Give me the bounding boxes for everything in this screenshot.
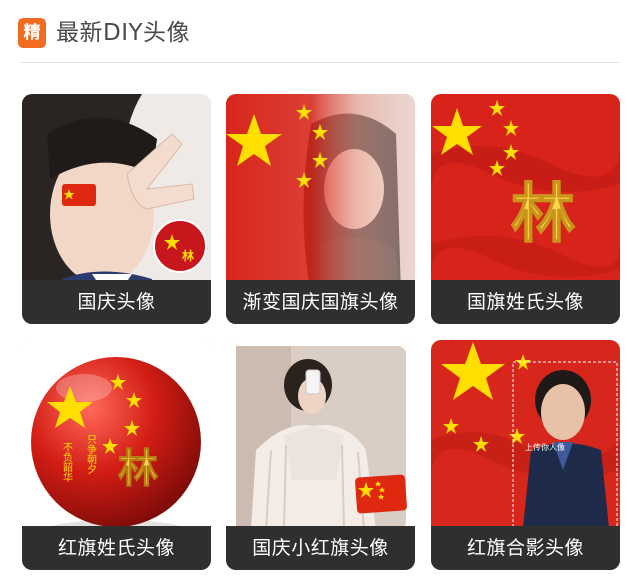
- avatar-card-flag-surname[interactable]: 林 国旗姓氏头像: [431, 94, 620, 324]
- avatar-card-small-red-flag[interactable]: 国庆小红旗头像: [226, 340, 415, 570]
- featured-badge: 精: [18, 18, 46, 48]
- card-label: 渐变国庆国旗头像: [226, 280, 415, 324]
- card-label: 红旗姓氏头像: [22, 526, 211, 570]
- card-label: 国庆头像: [22, 280, 211, 324]
- card-label: 国庆小红旗头像: [226, 526, 415, 570]
- badge-surname-text: 林: [182, 248, 194, 263]
- avatar-card-flag-group-photo[interactable]: 上传你人像 红旗合影头像: [431, 340, 620, 570]
- card-label: 国旗姓氏头像: [431, 280, 620, 324]
- upload-caption-text: 上传你人像: [525, 442, 565, 452]
- ball-left-slogan: 不负韶华: [61, 442, 73, 483]
- section-title: 最新DIY头像: [56, 20, 191, 46]
- flag-surname-text: 林: [511, 177, 575, 252]
- avatar-card-national-day[interactable]: 林 国庆头像: [22, 94, 211, 324]
- section-header: 精 最新DIY头像: [0, 0, 640, 62]
- avatar-card-gradient-flag[interactable]: 渐变国庆国旗头像: [226, 94, 415, 324]
- ball-surname-text: 林: [118, 445, 158, 492]
- card-label: 红旗合影头像: [431, 526, 620, 570]
- ball-right-slogan: 只争朝夕: [85, 434, 97, 475]
- header-divider: [20, 62, 620, 63]
- avatar-card-red-flag-surname[interactable]: 林 不负韶华 只争朝夕 红旗姓氏头像: [22, 340, 211, 570]
